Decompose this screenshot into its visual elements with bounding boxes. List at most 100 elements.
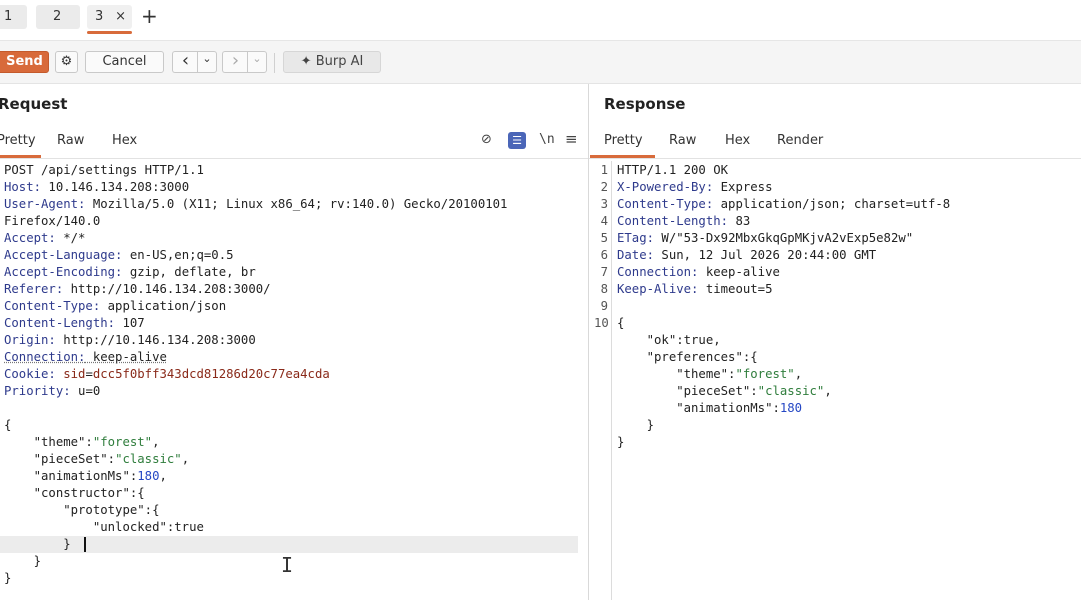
line-number: 6 <box>600 248 608 262</box>
code-token: X-Powered-By: <box>617 180 714 194</box>
code-token: } <box>4 571 12 585</box>
code-line: } <box>4 553 41 570</box>
panel-divider[interactable] <box>588 84 589 600</box>
code-token: "preferences":{ <box>617 350 758 364</box>
newline-icon[interactable]: \n <box>539 132 555 147</box>
code-token: , <box>794 367 803 381</box>
request-tab-hex[interactable]: Hex <box>112 133 137 148</box>
code-line: } <box>617 417 654 434</box>
active-tab-indicator <box>87 31 132 34</box>
code-token: en-US,en;q=0.5 <box>122 248 234 262</box>
code-token: "pieceSet": <box>617 384 758 398</box>
code-token: "animationMs": <box>4 469 138 483</box>
code-token: Accept-Language: <box>4 248 123 262</box>
wrap-lines-icon[interactable]: ☰ <box>508 132 526 149</box>
code-token: 83 <box>728 214 751 228</box>
repeater-tab-1[interactable]: 1 <box>0 5 27 29</box>
cancel-button[interactable]: Cancel <box>85 51 164 73</box>
code-token: "animationMs": <box>617 401 780 415</box>
code-token: Host: <box>4 180 42 194</box>
burp-ai-button[interactable]: ✦ Burp AI <box>283 51 381 73</box>
request-tab-raw[interactable]: Raw <box>57 133 84 148</box>
request-panel-title: Request <box>0 95 68 113</box>
code-token: 10.146.134.208:3000 <box>41 180 190 194</box>
code-token: Accept: <box>4 231 56 245</box>
response-tab-raw[interactable]: Raw <box>669 133 696 148</box>
code-token: "forest" <box>92 435 153 449</box>
repeater-tab-strip: 1 2 3 × + <box>0 0 1081 41</box>
code-line: Connection: keep-alive <box>617 264 780 281</box>
code-line: HTTP/1.1 200 OK <box>617 162 728 179</box>
code-token: 180 <box>779 401 803 415</box>
code-line: "animationMs":180 <box>617 400 802 417</box>
current-line-highlight <box>0 536 578 553</box>
code-token: "classic" <box>115 452 182 466</box>
code-line: "theme":"forest", <box>4 434 160 451</box>
line-number: 1 <box>600 163 608 177</box>
code-token: keep-alive <box>85 350 167 364</box>
code-token: Keep-Alive: <box>617 282 699 296</box>
code-token: timeout=5 <box>698 282 773 296</box>
line-number: 3 <box>600 197 608 211</box>
code-token: Sun, 12 Jul 2026 20:44:00 GMT <box>654 248 877 262</box>
chevron-left-icon[interactable]: ‹ <box>172 51 198 73</box>
code-token: http://10.146.134.208:3000/ <box>63 282 271 296</box>
repeater-tab-label: 1 <box>4 9 13 24</box>
menu-icon[interactable]: ≡ <box>565 130 578 148</box>
code-line: Connection: keep-alive <box>4 349 167 366</box>
code-token: Connection: <box>4 350 86 364</box>
code-line: Accept: */* <box>4 230 85 247</box>
code-line: ETag: W/"53-Dx92MbxGkqGpMKjvA2vExp5e82w" <box>617 230 913 247</box>
code-token: } <box>4 554 42 568</box>
code-token: , <box>159 469 167 483</box>
response-tab-pretty[interactable]: Pretty <box>604 133 643 148</box>
close-icon[interactable]: × <box>115 5 126 29</box>
code-token: "theme": <box>617 367 736 381</box>
repeater-tab-2[interactable]: 2 <box>36 5 80 29</box>
code-token: keep-alive <box>698 265 780 279</box>
request-tab-pretty[interactable]: Pretty <box>0 133 36 148</box>
code-line: "animationMs":180, <box>4 468 167 485</box>
hide-eye-icon[interactable]: ⊘ <box>481 132 492 147</box>
code-token: 107 <box>115 316 145 330</box>
code-token: u=0 <box>70 384 101 398</box>
chevron-down-icon[interactable]: ⌄ <box>247 51 267 73</box>
code-line: { <box>4 417 11 434</box>
code-token: dcc5f0bff343dcd81286d20c77ea4cda <box>92 367 330 381</box>
code-line: Cookie: sid=dcc5f0bff343dcd81286d20c77ea… <box>4 366 330 383</box>
code-line: "preferences":{ <box>617 349 758 366</box>
ibeam-cursor-icon: I <box>281 553 294 577</box>
code-token: = <box>85 367 93 381</box>
code-token: HTTP/1.1 200 OK <box>617 163 729 177</box>
code-line: Keep-Alive: timeout=5 <box>617 281 772 298</box>
response-tab-hex[interactable]: Hex <box>725 133 750 148</box>
code-token: "ok":true, <box>617 333 721 347</box>
code-token: sid <box>55 367 86 381</box>
toolbar-divider <box>274 53 275 73</box>
code-token: application/json; charset=utf-8 <box>713 197 951 211</box>
chevron-down-icon[interactable]: ⌄ <box>197 51 217 73</box>
line-number-gutter <box>611 161 612 600</box>
code-token: "forest" <box>735 367 795 381</box>
code-line: "unlocked":true <box>4 519 204 536</box>
code-line: Content-Length: 83 <box>617 213 750 230</box>
code-token: "constructor":{ <box>4 486 145 500</box>
code-line: Referer: http://10.146.134.208:3000/ <box>4 281 271 298</box>
repeater-tab-label: 3 <box>95 9 104 24</box>
response-tab-render[interactable]: Render <box>777 133 823 148</box>
add-tab-icon[interactable]: + <box>141 4 158 28</box>
code-token: } <box>4 537 71 551</box>
code-token: { <box>4 418 12 432</box>
chevron-right-icon[interactable]: › <box>222 51 248 73</box>
repeater-tab-3[interactable]: 3 × <box>87 5 132 34</box>
code-token: "unlocked":true <box>4 520 204 534</box>
code-token: 180 <box>137 469 160 483</box>
code-token: gzip, deflate, br <box>122 265 256 279</box>
gear-icon[interactable]: ⚙ <box>55 51 78 73</box>
line-number: 7 <box>600 265 608 279</box>
code-line: X-Powered-By: Express <box>617 179 772 196</box>
code-token: POST /api/settings HTTP/1.1 <box>4 163 204 177</box>
code-token: Content-Length: <box>4 316 116 330</box>
send-button[interactable]: Send <box>0 51 49 73</box>
code-token: , <box>152 435 160 449</box>
